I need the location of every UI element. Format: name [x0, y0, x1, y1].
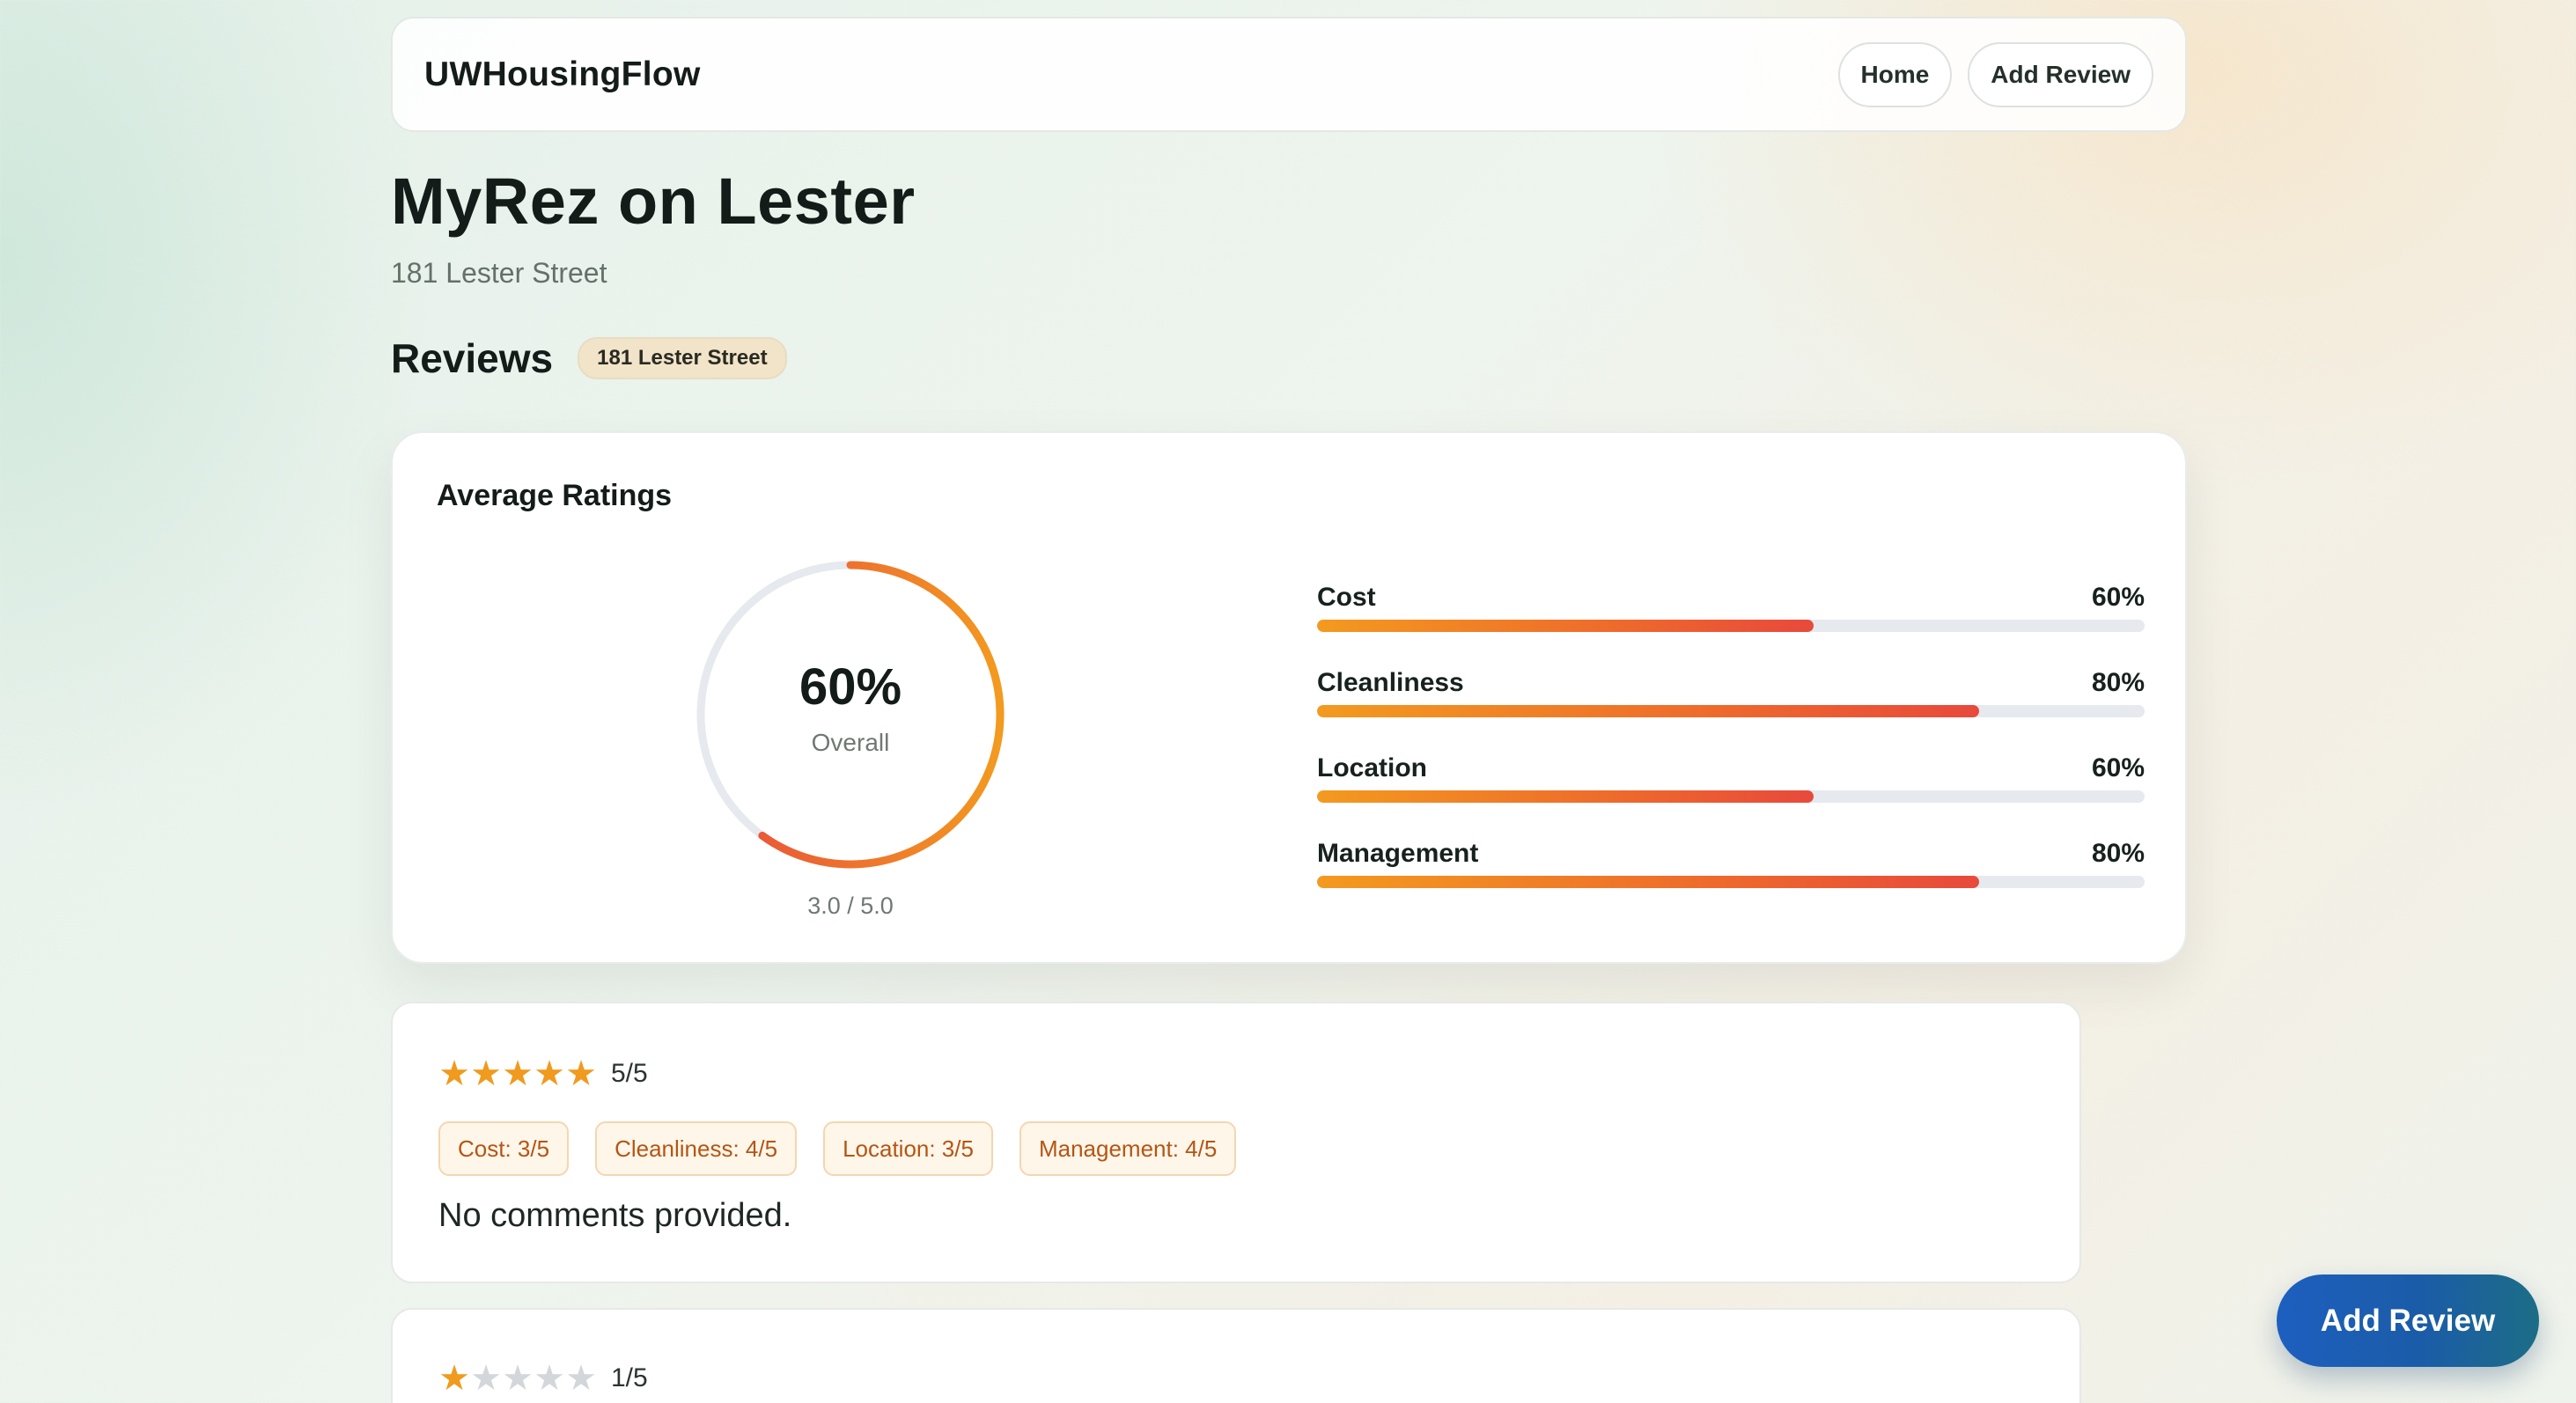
- bar-label: Cleanliness: [1317, 668, 1464, 697]
- bar-row-management: Management 80%: [1317, 839, 2145, 924]
- review-card: ★ ★ ★ ★ ★ 5/5 Cost: 3/5 Cleanliness: 4/5…: [391, 1002, 2081, 1283]
- add-review-fab[interactable]: Add Review: [2277, 1274, 2539, 1367]
- overall-ring: 60% Overall: [692, 556, 1009, 873]
- bar-track: [1317, 705, 2145, 717]
- review-score: 1/5: [611, 1363, 648, 1392]
- top-navbar: UWHousingFlow Home Add Review: [391, 17, 2187, 132]
- review-card: ★ ★ ★ ★ ★ 1/5: [391, 1308, 2081, 1403]
- page-title: MyRez on Lester: [391, 165, 916, 238]
- address-badge: 181 Lester Street: [578, 337, 787, 379]
- bar-fill: [1317, 876, 1979, 888]
- nav-links: Home Add Review: [1837, 41, 2153, 107]
- star-icon: ★: [470, 1054, 502, 1093]
- review-subratings: Cost: 3/5 Cleanliness: 4/5 Location: 3/5…: [438, 1121, 1237, 1176]
- review-stars-row: ★ ★ ★ ★ ★ 5/5: [438, 1056, 648, 1091]
- subrating-chip: Cost: 3/5: [438, 1121, 570, 1176]
- subrating-chip: Location: 3/5: [823, 1121, 993, 1176]
- bar-row-location: Location 60%: [1317, 753, 2145, 839]
- overall-label: Overall: [811, 729, 890, 756]
- bar-value: 80%: [2091, 839, 2145, 868]
- star-icon: ★: [502, 1054, 534, 1093]
- bar-value: 60%: [2091, 753, 2145, 782]
- bar-track: [1317, 620, 2145, 632]
- brand-logo[interactable]: UWHousingFlow: [424, 55, 701, 94]
- bar-fill: [1317, 790, 1814, 803]
- star-icon: ★: [438, 1359, 470, 1398]
- bar-label: Location: [1317, 753, 1427, 782]
- bar-value: 60%: [2091, 583, 2145, 612]
- bar-value: 80%: [2091, 668, 2145, 697]
- average-ratings-card: Average Ratings 60% Overall 3.0 / 5.0 Co…: [391, 431, 2187, 964]
- bar-fill: [1317, 620, 1814, 632]
- bar-label: Management: [1317, 839, 1479, 868]
- reviews-heading-row: Reviews 181 Lester Street: [391, 334, 787, 382]
- star-icon: ★: [502, 1359, 534, 1398]
- bar-label: Cost: [1317, 583, 1376, 612]
- review-score: 5/5: [611, 1059, 648, 1088]
- home-button[interactable]: Home: [1837, 41, 1953, 107]
- subrating-chip: Management: 4/5: [1019, 1121, 1237, 1176]
- review-comment: No comments provided.: [438, 1197, 792, 1234]
- average-ratings-title: Average Ratings: [437, 479, 673, 512]
- star-icon: ★: [438, 1054, 470, 1093]
- overall-score: 3.0 / 5.0: [807, 892, 894, 919]
- star-icon: ★: [565, 1359, 597, 1398]
- star-icon: ★: [470, 1359, 502, 1398]
- nav-add-review-button[interactable]: Add Review: [1968, 41, 2153, 107]
- bar-fill: [1317, 705, 1979, 717]
- reviews-heading: Reviews: [391, 335, 554, 381]
- bar-row-cost: Cost 60%: [1317, 583, 2145, 668]
- star-icon: ★: [565, 1054, 597, 1093]
- overall-percentage: 60%: [799, 658, 902, 716]
- category-bars: Cost 60% Cleanliness 80% Location 60% Ma…: [1317, 583, 2145, 924]
- star-icon: ★: [534, 1054, 565, 1093]
- review-stars-row: ★ ★ ★ ★ ★ 1/5: [438, 1361, 648, 1396]
- subrating-chip: Cleanliness: 4/5: [595, 1121, 798, 1176]
- bar-row-cleanliness: Cleanliness 80%: [1317, 668, 2145, 753]
- bar-track: [1317, 876, 2145, 888]
- property-address: 181 Lester Street: [391, 257, 607, 289]
- star-icon: ★: [534, 1359, 565, 1398]
- bar-track: [1317, 790, 2145, 803]
